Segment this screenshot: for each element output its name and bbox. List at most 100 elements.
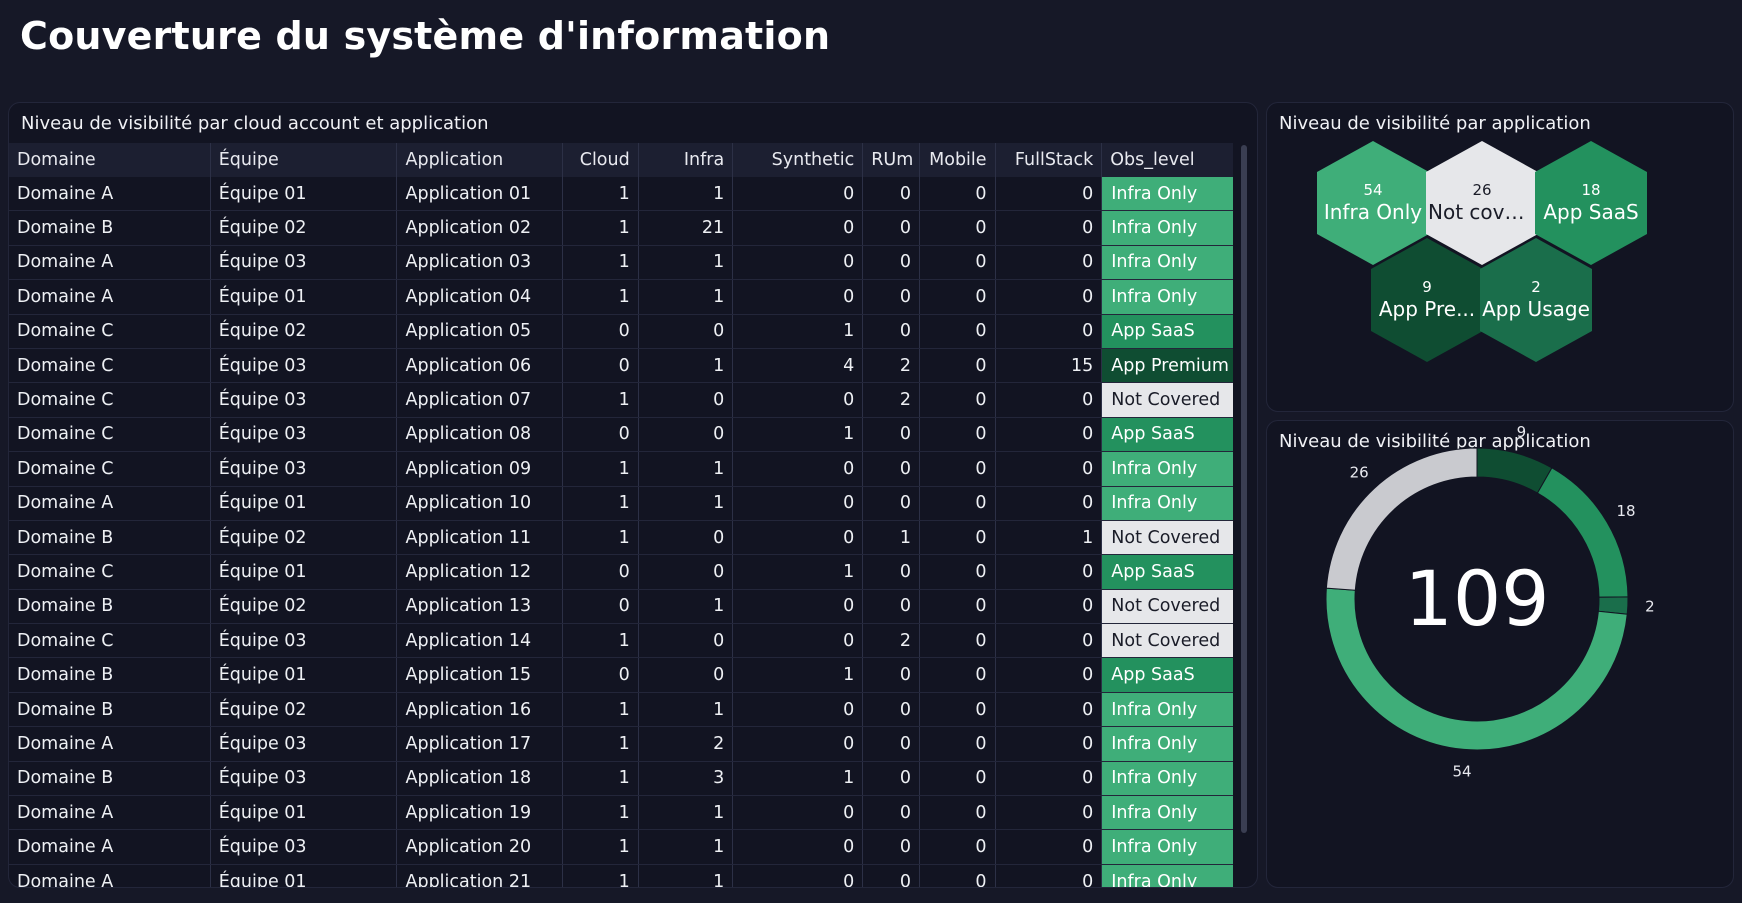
table-row[interactable]: Domaine B Équipe 02 Application 13 0 1 0 0 0 0 No…	[9, 589, 1233, 625]
cell-synthetic: 0	[732, 692, 863, 728]
cell-equipe: Équipe 01	[209, 657, 397, 693]
cell-mobile: 0	[918, 692, 996, 728]
cell-obs-level: App SaaS	[1101, 314, 1233, 349]
cell-mobile: 0	[918, 726, 996, 762]
table-row[interactable]: Domaine A Équipe 01 Application 19 1 1 0 0 0 0 In…	[9, 795, 1233, 831]
cell-fullstack: 0	[994, 486, 1102, 521]
table-row[interactable]: Domaine C Équipe 03 Application 09 1 1 0 0 0 0 In…	[9, 451, 1233, 487]
cell-fullstack: 0	[994, 417, 1102, 453]
cell-obs-level: Infra Only	[1101, 279, 1233, 315]
cell-infra: 1	[637, 279, 733, 315]
cell-synthetic: 0	[732, 382, 863, 418]
column-header-cloud[interactable]: Cloud	[562, 143, 639, 177]
cell-obs-level: Infra Only	[1101, 245, 1233, 281]
cell-rum: 0	[862, 451, 920, 487]
table-row[interactable]: Domaine A Équipe 03 Application 20 1 1 0 0 0 0 In…	[9, 829, 1233, 865]
column-header-obs-level[interactable]: Obs_level	[1101, 143, 1233, 177]
visibility-table: Domaine Équipe Application Cloud Infra S…	[9, 143, 1233, 887]
hex-app-saas[interactable]: 18 App SaaS	[1535, 141, 1647, 265]
column-header-rum[interactable]: RUm	[862, 143, 920, 177]
table-panel: Niveau de visibilité par cloud account e…	[8, 102, 1258, 888]
cell-cloud: 0	[562, 657, 639, 693]
cell-rum: 0	[862, 657, 920, 693]
cell-domaine: Domaine C	[9, 417, 211, 453]
cell-equipe: Équipe 01	[209, 554, 397, 590]
table-row[interactable]: Domaine C Équipe 03 Application 08 0 0 1 0 0 0 Ap…	[9, 417, 1233, 453]
cell-mobile: 0	[918, 829, 996, 865]
table-row[interactable]: Domaine A Équipe 01 Application 21 1 1 0 0 0 0 In…	[9, 864, 1233, 887]
cell-domaine: Domaine C	[9, 554, 211, 590]
cell-equipe: Équipe 03	[209, 382, 397, 418]
column-header-equipe[interactable]: Équipe	[209, 143, 397, 177]
cell-infra: 0	[637, 623, 733, 659]
cell-cloud: 1	[562, 210, 639, 246]
cell-mobile: 0	[918, 520, 996, 556]
cell-mobile: 0	[918, 245, 996, 281]
donut-segment[interactable]	[1536, 467, 1629, 598]
cell-mobile: 0	[918, 348, 996, 384]
donut-segment-label: 9	[1517, 423, 1527, 441]
cell-synthetic: 0	[732, 210, 863, 246]
column-header-domaine[interactable]: Domaine	[9, 143, 211, 177]
table-row[interactable]: Domaine A Équipe 01 Application 04 1 1 0 0 0 0 In…	[9, 279, 1233, 315]
honeycomb-panel: Niveau de visibilité par application 54 I…	[1266, 102, 1734, 412]
cell-infra: 1	[637, 692, 733, 728]
cell-domaine: Domaine A	[9, 829, 211, 865]
table-row[interactable]: Domaine B Équipe 02 Application 02 1 21 0 0 0 0 I…	[9, 210, 1233, 246]
cell-mobile: 0	[918, 554, 996, 590]
table-row[interactable]: Domaine C Équipe 03 Application 07 1 0 0 2 0 0 No…	[9, 382, 1233, 418]
cell-obs-level: Not Covered	[1101, 382, 1233, 418]
cell-domaine: Domaine A	[9, 795, 211, 831]
cell-obs-level: Infra Only	[1101, 486, 1233, 521]
cell-rum: 2	[862, 623, 920, 659]
table-scrollbar[interactable]	[1241, 145, 1247, 833]
cell-fullstack: 1	[994, 520, 1102, 556]
table-row[interactable]: Domaine C Équipe 02 Application 05 0 0 1 0 0 0 Ap…	[9, 314, 1233, 349]
cell-cloud: 1	[562, 726, 639, 762]
hex-label: App Pre...	[1378, 297, 1476, 321]
cell-obs-level: Infra Only	[1101, 177, 1233, 212]
table-row[interactable]: Domaine A Équipe 01 Application 10 1 1 0 0 0 0 In…	[9, 486, 1233, 521]
cell-mobile: 0	[918, 795, 996, 831]
table-row[interactable]: Domaine B Équipe 01 Application 15 0 0 1 0 0 0 Ap…	[9, 657, 1233, 693]
cell-synthetic: 0	[732, 486, 863, 521]
table-row[interactable]: Domaine B Équipe 02 Application 11 1 0 0 1 0 1 No…	[9, 520, 1233, 556]
cell-obs-level: Infra Only	[1101, 692, 1233, 728]
column-header-application[interactable]: Application	[396, 143, 563, 177]
cell-domaine: Domaine B	[9, 589, 211, 625]
column-header-fullstack[interactable]: FullStack	[994, 143, 1102, 177]
cell-domaine: Domaine A	[9, 726, 211, 762]
table-row[interactable]: Domaine B Équipe 03 Application 18 1 3 1 0 0 0 In…	[9, 761, 1233, 797]
table-row[interactable]: Domaine C Équipe 03 Application 06 0 1 4 2 0 15 A…	[9, 348, 1233, 384]
cell-cloud: 1	[562, 761, 639, 797]
cell-fullstack: 0	[994, 245, 1102, 281]
column-header-mobile[interactable]: Mobile	[918, 143, 996, 177]
donut-segment-label: 26	[1350, 463, 1369, 481]
table-row[interactable]: Domaine B Équipe 02 Application 16 1 1 0 0 0 0 In…	[9, 692, 1233, 728]
cell-infra: 21	[637, 210, 733, 246]
donut-panel: Niveau de visibilité par application 9 18…	[1266, 420, 1734, 888]
cell-equipe: Équipe 03	[209, 348, 397, 384]
cell-infra: 0	[637, 520, 733, 556]
table-row[interactable]: Domaine C Équipe 01 Application 12 0 0 1 0 0 0 Ap…	[9, 554, 1233, 590]
cell-infra: 1	[637, 829, 733, 865]
cell-cloud: 1	[562, 245, 639, 281]
column-header-synthetic[interactable]: Synthetic	[732, 143, 863, 177]
cell-infra: 0	[637, 314, 733, 349]
cell-fullstack: 0	[994, 210, 1102, 246]
cell-cloud: 0	[562, 348, 639, 384]
column-header-infra[interactable]: Infra	[637, 143, 733, 177]
cell-mobile: 0	[918, 314, 996, 349]
cell-application: Application 11	[396, 520, 563, 556]
table-row[interactable]: Domaine A Équipe 03 Application 03 1 1 0 0 0 0 In…	[9, 245, 1233, 281]
cell-obs-level: Infra Only	[1101, 864, 1233, 887]
cell-synthetic: 0	[732, 623, 863, 659]
table-row[interactable]: Domaine A Équipe 01 Application 01 1 1 0 0 0 0 In…	[9, 177, 1233, 212]
cell-fullstack: 0	[994, 279, 1102, 315]
cell-equipe: Équipe 01	[209, 177, 397, 212]
table-header-row: Domaine Équipe Application Cloud Infra S…	[9, 143, 1233, 177]
table-row[interactable]: Domaine A Équipe 03 Application 17 1 2 0 0 0 0 In…	[9, 726, 1233, 762]
donut-segment[interactable]	[1476, 447, 1553, 494]
cell-rum: 0	[862, 554, 920, 590]
table-row[interactable]: Domaine C Équipe 03 Application 14 1 0 0 2 0 0 No…	[9, 623, 1233, 659]
